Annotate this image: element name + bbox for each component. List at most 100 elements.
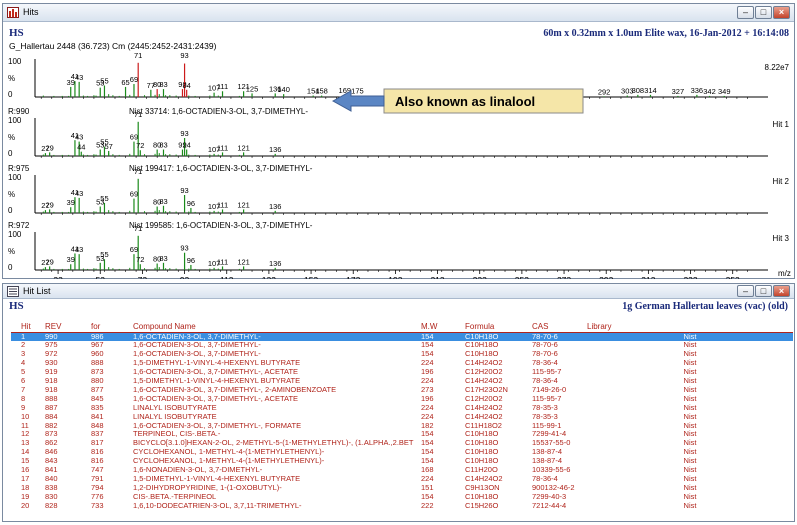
- hit-list-header-right: 1g German Hallertau leaves (vac) (old): [622, 301, 788, 312]
- table-row[interactable]: 9 887 835 LINALYL ISOBUTYRATE 224 C14H24O2 78-…: [11, 404, 793, 413]
- table-row[interactable]: 5 919 873 1,6-OCTADIEN-3-OL, 3,7-DIMETHYL-,…: [11, 368, 793, 377]
- hit-number: 15: [21, 457, 30, 466]
- molecular-weight: 273: [421, 385, 434, 394]
- hit-number: 10: [21, 412, 30, 421]
- molecular-weight: 151: [421, 483, 434, 492]
- peak-label: 111: [217, 200, 228, 209]
- hits-window-title: Hits: [23, 7, 39, 17]
- col-compound-name[interactable]: Compound Name: [133, 322, 421, 333]
- table-row[interactable]: 11 882 848 1,6-OCTADIEN-3-OL, 3,7-DIMETHYL-…: [11, 422, 793, 431]
- hit-number: 1: [11, 332, 45, 342]
- hit-number: 16: [21, 466, 30, 475]
- cas-number: 7149-26-0: [532, 385, 567, 394]
- compound-name: 1,6-OCTADIEN-3-OL, 3,7-DIMETHYL-, ACETAT…: [133, 368, 299, 377]
- y-label-top: 100: [8, 230, 22, 239]
- molecular-weight: 196: [421, 394, 434, 403]
- hit-list-titlebar[interactable]: Hit List – □ ×: [3, 284, 794, 299]
- molecular-weight: 154: [421, 492, 434, 501]
- hit-list-maximize-button[interactable]: □: [755, 285, 772, 297]
- table-row[interactable]: 12 873 837 TERPINEOL, CIS-.BETA.- 154 C10H18O…: [11, 430, 793, 439]
- table-row[interactable]: 19 830 776 CIS-.BETA.-TERPINEOL 154 C10H18O 72…: [11, 493, 793, 502]
- rev-score: 884: [45, 412, 58, 421]
- compound-name: 1,6-OCTADIEN-3-OL, 3,7-DIMETHYL-, FORMAT…: [133, 421, 302, 430]
- peak-label: 43: [75, 133, 83, 142]
- spectrum-header-left: HS: [9, 27, 24, 39]
- col-library[interactable]: Library: [587, 322, 793, 333]
- table-row[interactable]: 10 884 841 LINALYL ISOBUTYRATE 224 C14H24O2 78…: [11, 413, 793, 422]
- for-score: 873: [91, 368, 104, 377]
- peak-label: 29: [45, 200, 53, 209]
- hit-list-close-button[interactable]: ×: [773, 285, 790, 297]
- table-row[interactable]: 2 975 967 1,6-OCTADIEN-3-OL, 3,7-DIMETHYL- 1…: [11, 341, 793, 350]
- rev-score: 888: [45, 394, 58, 403]
- peak-label: 327: [672, 87, 685, 96]
- table-row[interactable]: 1 990 986 1,6-OCTADIEN-3-OL, 3,7-DIMETHYL- 1…: [11, 332, 793, 342]
- peak-label: 125: [246, 84, 259, 93]
- formula: C12H20O2: [465, 368, 503, 377]
- table-row[interactable]: 14 846 816 CYCLOHEXANOL, 1-METHYL-4-(1-METH…: [11, 448, 793, 457]
- x-tick-label: 333: [683, 275, 697, 279]
- for-score: 880: [91, 377, 104, 386]
- hit-label: Hit 3: [773, 234, 790, 243]
- cas-number: 10339-55-6: [532, 466, 571, 475]
- mass-spectrum-panel: HS 60m x 0.32mm x 1.0um Elite wax, 16-Ja…: [8, 27, 791, 279]
- x-tick-label: 113: [220, 275, 234, 279]
- peak-label: 55: [100, 194, 108, 203]
- peak-label: 29: [45, 257, 53, 266]
- cas-number: 900132-46-2: [532, 483, 575, 492]
- hit-number: 14: [21, 448, 30, 457]
- hit-number: 20: [21, 501, 30, 510]
- rev-score: 862: [45, 439, 58, 448]
- col-for[interactable]: for: [91, 322, 133, 333]
- table-row[interactable]: 7 918 877 1,6-OCTADIEN-3-OL, 3,7-DIMETHYL-,…: [11, 386, 793, 395]
- peak-label: 342: [703, 87, 716, 96]
- table-row[interactable]: 16 841 747 1,6-NONADIEN-3-OL, 3,7-DIMETHYL-…: [11, 466, 793, 475]
- table-row[interactable]: 8 888 845 1,6-OCTADIEN-3-OL, 3,7-DIMETHYL-,…: [11, 395, 793, 404]
- table-row[interactable]: 4 930 888 1,5-DIMETHYL-1-VINYL-4-HEXENYL BU…: [11, 359, 793, 368]
- table-row[interactable]: 18 838 794 1,2-DIHYDROPYRIDINE, 1-(1-OXOBUT…: [11, 484, 793, 493]
- y-label-top: 100: [8, 57, 22, 66]
- cas-number: 78-70-6: [532, 332, 587, 342]
- for-score: 888: [91, 359, 104, 368]
- table-row[interactable]: 20 828 733 1,6,10-DODECATRIEN-3-OL, 3,7,11-…: [11, 502, 793, 511]
- maximize-button[interactable]: □: [755, 6, 772, 19]
- peak-label: 69: [130, 245, 138, 254]
- formula: C12H20O2: [465, 394, 503, 403]
- peak-label: 94: [183, 81, 191, 90]
- compound-name: 1,2-DIHYDROPYRIDINE, 1-(1-OXOBUTYL)-: [133, 483, 282, 492]
- table-row[interactable]: 15 843 816 CYCLOHEXANOL, 1-METHYL-4-(1-METH…: [11, 457, 793, 466]
- hits-titlebar[interactable]: Hits – □ ×: [3, 4, 794, 22]
- x-tick-label: 253: [515, 275, 529, 279]
- compound-name: 1,5-DIMETHYL-1-VINYL-4-HEXENYL BUTYRATE: [133, 377, 301, 386]
- peak-label: 43: [75, 73, 83, 82]
- table-row[interactable]: 13 862 817 BICYCLO[3.1.0]HEXAN-2-OL, 2-METH…: [11, 439, 793, 448]
- spectrum-window-icon: [7, 7, 19, 18]
- table-row[interactable]: 3 972 960 1,6-OCTADIEN-3-OL, 3,7-DIMETHYL- 1…: [11, 350, 793, 359]
- x-tick-label: 273: [557, 275, 571, 279]
- peak-label: 121: [237, 143, 250, 152]
- rev-score: 846: [45, 448, 58, 457]
- cas-number: 115-95-7: [532, 368, 562, 377]
- peak-label: 121: [237, 257, 250, 266]
- col-formula[interactable]: Formula: [465, 322, 532, 333]
- peak-label: 93: [180, 51, 188, 60]
- hit-list-minimize-button[interactable]: –: [737, 285, 754, 297]
- hit-number: 12: [21, 430, 30, 439]
- col-rev[interactable]: REV: [45, 322, 91, 333]
- col-cas[interactable]: CAS: [532, 322, 587, 333]
- table-row[interactable]: 17 840 791 1,5-DIMETHYL-1-VINYL-4-HEXENYL B…: [11, 475, 793, 484]
- y-label-top: 100: [8, 173, 22, 182]
- library: Nist: [683, 457, 697, 466]
- x-tick-label: 53: [96, 275, 106, 279]
- for-score: 816: [91, 448, 104, 457]
- minimize-button[interactable]: –: [737, 6, 754, 19]
- col-mw[interactable]: M.W: [421, 322, 465, 333]
- formula: C17H23O2N: [465, 385, 508, 394]
- table-row[interactable]: 6 918 880 1,5-DIMETHYL-1-VINYL-4-HEXENYL BU…: [11, 377, 793, 386]
- for-score: 816: [91, 457, 104, 466]
- y-label-pct: %: [8, 133, 15, 142]
- hit-number: 7: [21, 385, 26, 394]
- formula: C14H24O2: [465, 403, 503, 412]
- col-hit[interactable]: Hit: [11, 322, 45, 333]
- close-button[interactable]: ×: [773, 6, 790, 19]
